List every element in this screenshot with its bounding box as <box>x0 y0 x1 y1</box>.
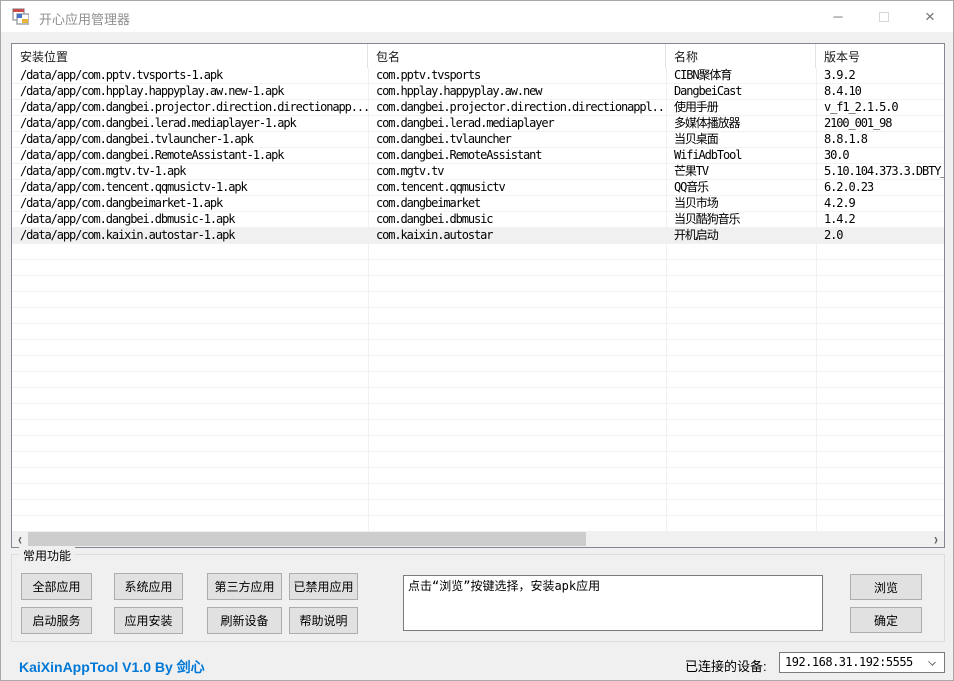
table-body: /data/app/com.pptv.tvsports-1.apkcom.ppt… <box>12 68 944 531</box>
cell-install-path: /data/app/com.dangbei.projector.directio… <box>12 100 368 115</box>
scroll-right-icon[interactable]: › <box>928 528 944 550</box>
app-list-table: 安装位置 包名 名称 版本号 /data/app/com.pptv.tvspor… <box>11 43 945 548</box>
browse-button[interactable]: 浏览 <box>850 574 922 600</box>
cell-version: 1.4.2 <box>816 212 944 227</box>
ok-button[interactable]: 确定 <box>850 607 922 633</box>
chevron-down-icon <box>928 658 936 666</box>
cell-install-path: /data/app/com.dangbei.dbmusic-1.apk <box>12 212 368 227</box>
cell-install-path: /data/app/com.kaixin.autostar-1.apk <box>12 228 368 243</box>
horizontal-scrollbar[interactable]: ‹ › <box>12 531 944 547</box>
system-apps-button[interactable]: 系统应用 <box>114 573 183 600</box>
empty-rows-area <box>12 244 944 531</box>
close-icon: × <box>925 7 935 27</box>
minimize-icon: ─ <box>833 9 842 24</box>
close-button[interactable]: × <box>907 1 953 32</box>
cell-package: com.dangbeimarket <box>368 196 666 211</box>
cell-name: DangbeiCast <box>666 84 816 99</box>
refresh-device-button[interactable]: 刷新设备 <box>207 607 282 634</box>
cell-install-path: /data/app/com.dangbei.lerad.mediaplayer-… <box>12 116 368 131</box>
cell-name: CIBN聚体育 <box>666 68 816 83</box>
app-icon <box>12 8 29 25</box>
column-header-package[interactable]: 包名 <box>368 44 666 68</box>
table-row[interactable]: /data/app/com.dangbei.RemoteAssistant-1.… <box>12 148 944 164</box>
cell-version: 5.10.104.373.3.DBTY_T <box>816 164 944 179</box>
cell-package: com.dangbei.projector.direction.directio… <box>368 100 666 115</box>
cell-version: 30.0 <box>816 148 944 163</box>
titlebar: 开心应用管理器 ─ × <box>1 1 953 32</box>
window-title: 开心应用管理器 <box>39 9 130 28</box>
cell-package: com.dangbei.lerad.mediaplayer <box>368 116 666 131</box>
cell-name: 当贝市场 <box>666 196 816 211</box>
cell-install-path: /data/app/com.dangbei.RemoteAssistant-1.… <box>12 148 368 163</box>
table-row[interactable]: /data/app/com.hpplay.happyplay.aw.new-1.… <box>12 84 944 100</box>
cell-package: com.kaixin.autostar <box>368 228 666 243</box>
cell-name: QQ音乐 <box>666 180 816 195</box>
column-header-name[interactable]: 名称 <box>666 44 816 68</box>
all-apps-button[interactable]: 全部应用 <box>21 573 92 600</box>
maximize-icon <box>879 12 889 22</box>
cell-version: 4.2.9 <box>816 196 944 211</box>
disabled-apps-button[interactable]: 已禁用应用 <box>289 573 358 600</box>
table-row[interactable]: /data/app/com.tencent.qqmusictv-1.apkcom… <box>12 180 944 196</box>
cell-install-path: /data/app/com.hpplay.happyplay.aw.new-1.… <box>12 84 368 99</box>
cell-install-path: /data/app/com.dangbeimarket-1.apk <box>12 196 368 211</box>
third-party-apps-button[interactable]: 第三方应用 <box>207 573 282 600</box>
device-select[interactable]: 192.168.31.192:5555 <box>779 652 945 673</box>
table-row[interactable]: /data/app/com.dangbeimarket-1.apkcom.dan… <box>12 196 944 212</box>
cell-package: com.dangbei.dbmusic <box>368 212 666 227</box>
table-row[interactable]: /data/app/com.dangbei.dbmusic-1.apkcom.d… <box>12 212 944 228</box>
cell-package: com.dangbei.tvlauncher <box>368 132 666 147</box>
cell-install-path: /data/app/com.tencent.qqmusictv-1.apk <box>12 180 368 195</box>
cell-install-path: /data/app/com.dangbei.tvlauncher-1.apk <box>12 132 368 147</box>
groupbox-title: 常用功能 <box>19 547 75 564</box>
table-row[interactable]: /data/app/com.dangbei.projector.directio… <box>12 100 944 116</box>
cell-name: 当贝桌面 <box>666 132 816 147</box>
cell-package: com.pptv.tvsports <box>368 68 666 83</box>
column-header-install-path[interactable]: 安装位置 <box>12 44 368 68</box>
cell-package: com.hpplay.happyplay.aw.new <box>368 84 666 99</box>
apk-path-textbox[interactable]: 点击“浏览”按键选择，安装apk应用 <box>403 575 823 631</box>
table-row[interactable]: /data/app/com.kaixin.autostar-1.apkcom.k… <box>12 228 944 244</box>
cell-name: 开机启动 <box>666 228 816 243</box>
start-service-button[interactable]: 启动服务 <box>21 607 92 634</box>
cell-package: com.mgtv.tv <box>368 164 666 179</box>
cell-name: 使用手册 <box>666 100 816 115</box>
cell-version: 8.4.10 <box>816 84 944 99</box>
column-header-version[interactable]: 版本号 <box>816 44 944 68</box>
cell-install-path: /data/app/com.pptv.tvsports-1.apk <box>12 68 368 83</box>
cell-version: 6.2.0.23 <box>816 180 944 195</box>
minimize-button[interactable]: ─ <box>815 1 861 32</box>
cell-name: WifiAdbTool <box>666 148 816 163</box>
cell-package: com.tencent.qqmusictv <box>368 180 666 195</box>
cell-version: 2100_001_98 <box>816 116 944 131</box>
cell-install-path: /data/app/com.mgtv.tv-1.apk <box>12 164 368 179</box>
table-header: 安装位置 包名 名称 版本号 <box>12 44 944 68</box>
scrollbar-thumb[interactable] <box>28 532 586 546</box>
table-row[interactable]: /data/app/com.mgtv.tv-1.apkcom.mgtv.tv芒果… <box>12 164 944 180</box>
cell-version: 8.8.1.8 <box>816 132 944 147</box>
app-window: { "window": { "title": "开心应用管理器", "contr… <box>0 0 954 681</box>
cell-name: 芒果TV <box>666 164 816 179</box>
app-credit-text: KaiXinAppTool V1.0 By 剑心 <box>19 657 205 677</box>
cell-version: 3.9.2 <box>816 68 944 83</box>
help-button[interactable]: 帮助说明 <box>289 607 358 634</box>
maximize-button[interactable] <box>861 1 907 32</box>
device-select-value: 192.168.31.192:5555 <box>785 655 913 669</box>
install-app-button[interactable]: 应用安装 <box>114 607 183 634</box>
cell-package: com.dangbei.RemoteAssistant <box>368 148 666 163</box>
cell-name: 当贝酷狗音乐 <box>666 212 816 227</box>
table-row[interactable]: /data/app/com.dangbei.lerad.mediaplayer-… <box>12 116 944 132</box>
table-row[interactable]: /data/app/com.pptv.tvsports-1.apkcom.ppt… <box>12 68 944 84</box>
cell-name: 多媒体播放器 <box>666 116 816 131</box>
table-row[interactable]: /data/app/com.dangbei.tvlauncher-1.apkco… <box>12 132 944 148</box>
connected-device-label: 已连接的设备: <box>685 656 767 675</box>
cell-version: 2.0 <box>816 228 944 243</box>
cell-version: v_f1_2.1.5.0 <box>816 100 944 115</box>
